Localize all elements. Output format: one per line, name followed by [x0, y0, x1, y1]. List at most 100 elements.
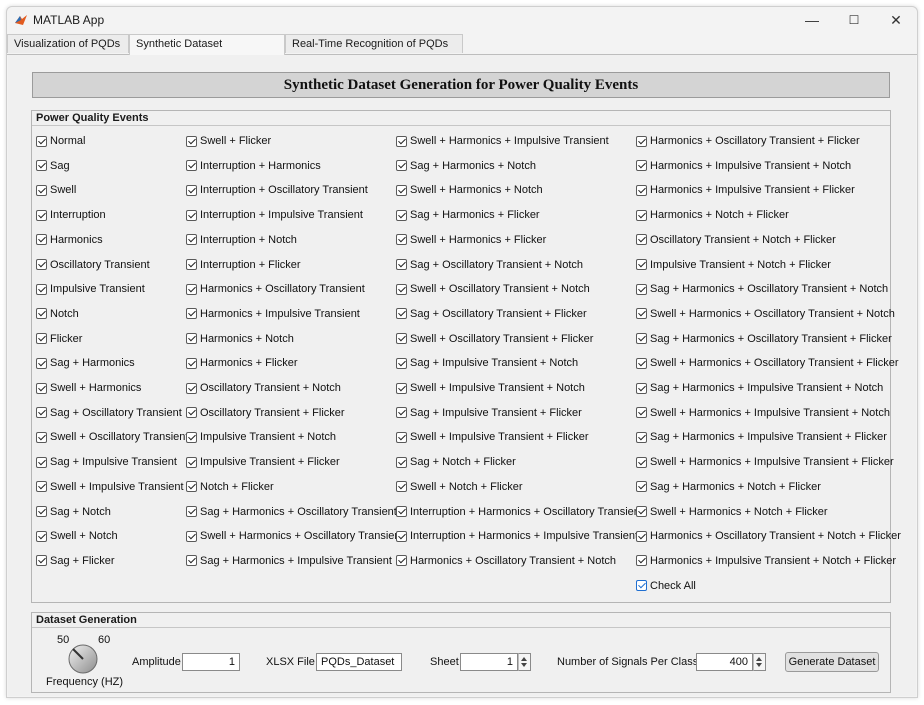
event-checkbox[interactable]: Oscillatory Transient + Notch + Flicker [636, 232, 836, 248]
checkmark-icon[interactable] [396, 234, 407, 246]
event-checkbox[interactable]: Harmonics + Notch [186, 331, 294, 347]
event-checkbox[interactable]: Sag + Notch [36, 504, 111, 520]
event-checkbox[interactable]: Sag + Notch + Flicker [396, 454, 516, 470]
checkmark-icon[interactable] [36, 160, 47, 172]
sheet-stepper[interactable] [518, 653, 531, 671]
checkmark-icon[interactable] [396, 135, 407, 147]
event-checkbox[interactable]: Swell + Harmonics + Impulsive Transient [396, 133, 609, 149]
checkmark-icon[interactable] [636, 481, 647, 493]
checkmark-icon[interactable] [396, 506, 407, 517]
event-checkbox[interactable]: Interruption + Notch [186, 232, 297, 248]
event-checkbox[interactable]: Harmonics + Flicker [186, 355, 298, 371]
checkmark-icon[interactable] [36, 184, 47, 196]
checkmark-icon[interactable] [186, 209, 197, 221]
event-checkbox[interactable]: Swell + Harmonics + Flicker [396, 232, 546, 248]
event-checkbox[interactable]: Sag + Harmonics + Oscillatory Transient … [636, 281, 888, 297]
event-checkbox[interactable]: Impulsive Transient + Flicker [186, 454, 340, 470]
checkmark-icon[interactable] [36, 530, 47, 542]
checkmark-icon[interactable] [636, 357, 647, 369]
event-checkbox[interactable]: Swell + Impulsive Transient + Notch [396, 380, 585, 396]
checkmark-icon[interactable] [396, 283, 407, 295]
checkmark-icon[interactable] [636, 580, 647, 592]
tab-synthetic-dataset[interactable]: Synthetic Dataset Generation [129, 34, 285, 69]
event-checkbox[interactable]: Oscillatory Transient + Notch [186, 380, 341, 396]
event-checkbox[interactable]: Sag [36, 158, 70, 174]
checkmark-icon[interactable] [36, 456, 47, 468]
checkmark-icon[interactable] [36, 333, 47, 345]
checkmark-icon[interactable] [636, 135, 647, 147]
generate-dataset-button[interactable]: Generate Dataset [785, 652, 879, 672]
checkmark-icon[interactable] [396, 555, 407, 567]
event-checkbox[interactable]: Oscillatory Transient [36, 257, 150, 273]
event-checkbox[interactable]: Sag + Harmonics + Impulsive Transient + … [636, 380, 883, 396]
event-checkbox[interactable]: Sag + Harmonics + Notch [396, 158, 536, 174]
event-checkbox[interactable]: Sag + Harmonics + Impulsive Transient + … [636, 429, 887, 445]
event-checkbox[interactable]: Harmonics + Impulsive Transient [186, 306, 360, 322]
event-checkbox[interactable]: Interruption + Flicker [186, 257, 301, 273]
event-checkbox[interactable]: Swell + Oscillatory Transient [36, 429, 188, 445]
maximize-button[interactable]: ☐ [839, 9, 869, 31]
signals-stepper[interactable] [753, 653, 766, 671]
checkmark-icon[interactable] [396, 184, 407, 196]
checkmark-icon[interactable] [36, 481, 47, 493]
stepper-up-icon[interactable] [521, 657, 527, 661]
event-checkbox[interactable]: Sag + Harmonics [36, 355, 135, 371]
checkmark-icon[interactable] [396, 382, 407, 394]
checkmark-icon[interactable] [636, 382, 647, 394]
event-checkbox[interactable]: Oscillatory Transient + Flicker [186, 405, 345, 421]
event-checkbox[interactable]: Sag + Harmonics + Impulsive Transient [186, 553, 392, 569]
event-checkbox[interactable]: Sag + Impulsive Transient + Notch [396, 355, 578, 371]
minimize-button[interactable]: — [797, 9, 827, 31]
checkmark-icon[interactable] [186, 431, 197, 443]
checkmark-icon[interactable] [636, 234, 647, 246]
event-checkbox[interactable]: Harmonics [36, 232, 103, 248]
checkmark-icon[interactable] [396, 160, 407, 172]
checkmark-icon[interactable] [636, 456, 647, 468]
event-checkbox[interactable]: Harmonics + Impulsive Transient + Notch … [636, 553, 896, 569]
event-checkbox[interactable]: Sag + Harmonics + Oscillatory Transient … [636, 331, 892, 347]
checkmark-icon[interactable] [396, 259, 407, 270]
stepper-down-icon[interactable] [521, 663, 527, 667]
checkmark-icon[interactable] [186, 184, 197, 196]
event-checkbox[interactable]: Impulsive Transient + Notch [186, 429, 336, 445]
event-checkbox[interactable]: Swell + Notch + Flicker [396, 479, 522, 495]
event-checkbox[interactable]: Sag + Harmonics + Oscillatory Transient [186, 504, 397, 520]
tab-real-time-recognition[interactable]: Real-Time Recognition of PQDs [285, 34, 463, 53]
checkmark-icon[interactable] [636, 530, 647, 542]
event-checkbox[interactable]: Sag + Impulsive Transient [36, 454, 177, 470]
event-checkbox[interactable]: Harmonics + Oscillatory Transient + Flic… [636, 133, 860, 149]
checkmark-icon[interactable] [186, 555, 197, 567]
checkmark-icon[interactable] [636, 506, 647, 517]
checkmark-icon[interactable] [636, 184, 647, 196]
checkmark-icon[interactable] [636, 259, 647, 270]
event-checkbox[interactable]: Swell + Harmonics + Notch + Flicker [636, 504, 828, 520]
checkmark-icon[interactable] [636, 407, 647, 419]
event-checkbox[interactable]: Swell + Oscillatory Transient + Flicker [396, 331, 593, 347]
checkmark-icon[interactable] [186, 259, 197, 270]
event-checkbox[interactable]: Swell + Harmonics + Oscillatory Transien… [636, 355, 899, 371]
checkmark-icon[interactable] [396, 407, 407, 419]
event-checkbox[interactable]: Notch [36, 306, 79, 322]
checkmark-icon[interactable] [186, 283, 197, 295]
checkmark-icon[interactable] [396, 308, 407, 320]
event-checkbox[interactable]: Flicker [36, 331, 82, 347]
event-checkbox[interactable]: Interruption + Impulsive Transient [186, 207, 363, 223]
event-checkbox[interactable]: Harmonics + Notch + Flicker [636, 207, 789, 223]
checkmark-icon[interactable] [36, 308, 47, 320]
checkmark-icon[interactable] [36, 382, 47, 394]
event-checkbox[interactable]: Harmonics + Oscillatory Transient [186, 281, 365, 297]
signals-per-class-input[interactable]: 400 [696, 653, 753, 671]
event-checkbox[interactable]: Sag + Oscillatory Transient + Flicker [396, 306, 587, 322]
checkmark-icon[interactable] [396, 333, 407, 345]
checkmark-icon[interactable] [636, 283, 647, 295]
checkmark-icon[interactable] [186, 530, 197, 542]
checkmark-icon[interactable] [636, 333, 647, 345]
checkmark-icon[interactable] [36, 407, 47, 419]
event-checkbox[interactable]: Swell + Impulsive Transient [36, 479, 184, 495]
checkmark-icon[interactable] [36, 357, 47, 369]
checkmark-icon[interactable] [36, 135, 47, 147]
stepper-down-icon[interactable] [756, 663, 762, 667]
event-checkbox[interactable]: Swell + Notch [36, 528, 118, 544]
xlsx-file-input[interactable]: PQDs_Dataset [316, 653, 402, 671]
checkmark-icon[interactable] [396, 530, 407, 542]
